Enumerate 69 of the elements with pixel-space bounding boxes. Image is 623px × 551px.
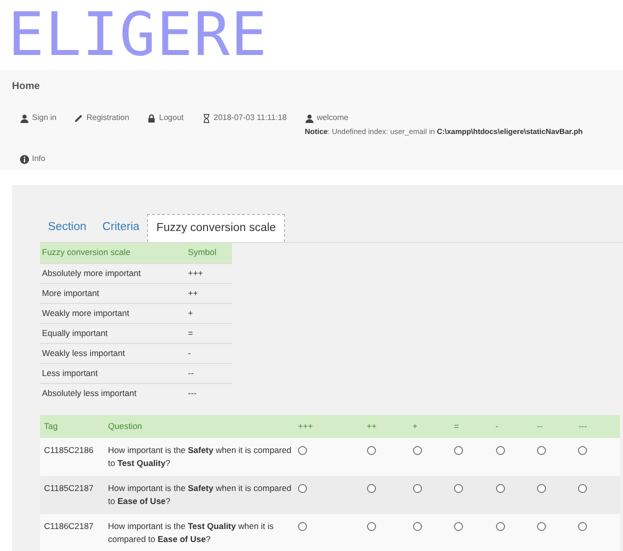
table-cell: -- xyxy=(186,363,232,383)
table-cell: Absolutely less important xyxy=(40,383,186,403)
table-cell: More important xyxy=(40,283,186,303)
table-cell: Equally important xyxy=(40,323,186,343)
radio-button[interactable] xyxy=(298,522,307,531)
radio-button[interactable] xyxy=(412,484,422,493)
radio-button[interactable] xyxy=(366,446,376,455)
radio-button[interactable] xyxy=(412,522,422,531)
radio-button[interactable] xyxy=(536,522,546,531)
radio-button[interactable] xyxy=(454,484,464,493)
tab[interactable]: Fuzzy conversion scale xyxy=(147,214,285,242)
table-cell: Weakly more important xyxy=(40,303,186,323)
question-text: How important is the Test Quality when it is compared to Ease of Use? xyxy=(108,521,274,544)
radio-button[interactable] xyxy=(412,446,422,455)
radio-button[interactable] xyxy=(496,446,504,455)
tab[interactable]: Section xyxy=(40,214,94,242)
table-cell: --- xyxy=(186,383,232,403)
table-cell: + xyxy=(186,303,232,323)
table-cell: +++ xyxy=(186,263,232,283)
table-cell: C1186C2187 xyxy=(40,514,108,551)
radio-button[interactable] xyxy=(578,484,588,493)
column-header: Tag xyxy=(40,415,108,438)
info-icon xyxy=(20,154,29,164)
column-header: +++ xyxy=(298,415,367,438)
table-cell: - xyxy=(186,343,232,363)
radio-button[interactable] xyxy=(536,446,546,455)
radio-button[interactable] xyxy=(366,522,376,531)
logo: ELIGERE xyxy=(8,2,269,68)
nav-link[interactable]: Sign in xyxy=(20,112,56,124)
radio-button[interactable] xyxy=(578,446,588,455)
radio-button[interactable] xyxy=(454,522,464,531)
question-text: How important is the Safety when it is compared to Test Quality? xyxy=(108,445,292,468)
nav-link[interactable]: 2018-07-03 11:11:18 xyxy=(202,112,287,124)
radio-button[interactable] xyxy=(578,522,588,531)
tab[interactable]: Criteria xyxy=(94,214,148,242)
column-header: Symbol xyxy=(186,243,232,263)
column-header: - xyxy=(496,415,537,438)
column-header: ++ xyxy=(366,415,413,438)
hourglass-icon xyxy=(202,114,211,122)
nav-link[interactable]: Logout xyxy=(147,112,184,124)
question-text: How important is the Safety when it is compared to Ease of Use? xyxy=(108,483,292,506)
radio-button[interactable] xyxy=(298,484,307,493)
nav-link[interactable]: Registration xyxy=(74,112,130,124)
table-cell: Less important xyxy=(40,363,186,383)
table-cell: Absolutely more important xyxy=(40,263,186,283)
radio-button[interactable] xyxy=(496,522,504,531)
radio-button[interactable] xyxy=(366,484,376,493)
column-header: Fuzzy conversion scale xyxy=(40,243,186,263)
radio-button[interactable] xyxy=(298,446,307,455)
radio-button[interactable] xyxy=(496,484,504,493)
column-header: = xyxy=(454,415,496,438)
table-cell: = xyxy=(186,323,232,343)
column-header: --- xyxy=(578,415,620,438)
pencil-icon xyxy=(74,114,84,122)
user-icon xyxy=(304,114,314,122)
info-link[interactable]: Info xyxy=(12,153,46,166)
table-cell: Weakly less important xyxy=(40,343,186,363)
column-header: + xyxy=(412,415,454,438)
table-cell: ++ xyxy=(186,283,232,303)
page-title: Home xyxy=(12,80,40,94)
user-icon xyxy=(20,114,29,122)
column-header: -- xyxy=(536,415,578,438)
nav-link[interactable]: welcome xyxy=(304,112,348,124)
column-header: Question xyxy=(108,415,298,438)
radio-button[interactable] xyxy=(454,446,464,455)
table-cell: C1185C2186 xyxy=(40,438,108,476)
lock-icon xyxy=(147,114,156,122)
table-cell: C1185C2187 xyxy=(40,476,108,514)
radio-button[interactable] xyxy=(536,484,546,493)
